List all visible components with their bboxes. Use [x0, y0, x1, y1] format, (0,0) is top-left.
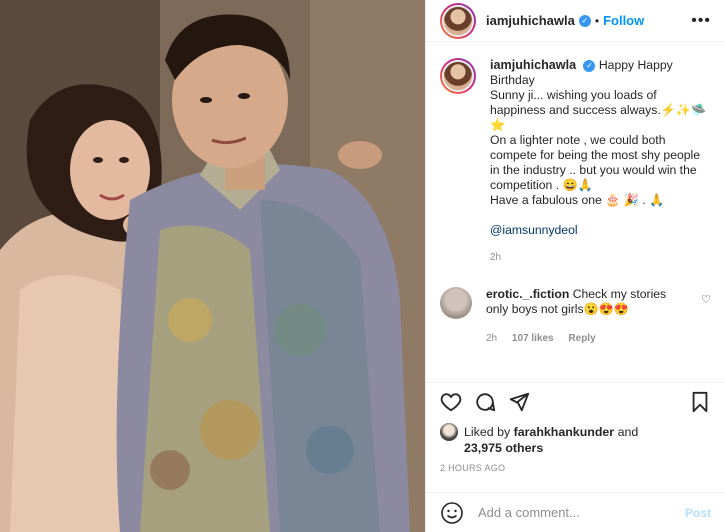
caption-mention[interactable]: @iamsunnydeol: [490, 223, 711, 238]
verified-badge-icon: ✓: [578, 14, 591, 27]
add-comment-bar: Add a comment... Post: [426, 492, 725, 532]
action-bar: [426, 382, 725, 420]
post-username[interactable]: iamjuhichawla: [486, 13, 575, 28]
liked-by-avatar[interactable]: [440, 423, 458, 441]
caption: iamjuhichawla ✓ Happy Happy Birthday Sun…: [440, 58, 711, 265]
follow-button[interactable]: Follow: [603, 13, 644, 28]
caption-avatar[interactable]: [443, 61, 473, 91]
post-photo[interactable]: [0, 0, 425, 532]
reply-button[interactable]: Reply: [568, 333, 595, 344]
post-details-panel: iamjuhichawla ✓ • Follow ••• iamjuhichaw…: [425, 0, 725, 532]
caption-line-9: Have a fabulous one 🎂 🎉 . 🙏: [490, 193, 665, 207]
liked-by-user[interactable]: farahkhankunder: [514, 425, 615, 439]
liked-by-count[interactable]: 23,975 others: [464, 441, 543, 455]
like-heart-icon[interactable]: [440, 391, 462, 413]
caption-verified-badge-icon: ✓: [583, 60, 596, 72]
post-photo-illustration: [0, 0, 425, 532]
comment-bubble-icon[interactable]: [474, 391, 496, 413]
mention-link[interactable]: @iamsunnydeol: [490, 223, 578, 237]
comment-body: erotic._.fiction Check my stories only b…: [486, 287, 696, 346]
post-timestamp[interactable]: 2 HOURS AGO: [440, 463, 505, 473]
caption-story-ring[interactable]: [440, 58, 476, 94]
caption-line-3: happiness and success always.⚡✨🛸: [490, 103, 707, 117]
liked-by-prefix: Liked by: [464, 425, 514, 439]
comment-meta: 2h 107 likes Reply: [486, 331, 696, 346]
comment-likes[interactable]: 107 likes: [512, 333, 554, 344]
comment-text-line-2: only boys not girls😮😍😍: [486, 302, 630, 316]
story-ring[interactable]: [440, 2, 476, 39]
caption-line-5: On a lighter note , we could both: [490, 133, 666, 147]
save-bookmark-icon[interactable]: [689, 391, 711, 413]
separator-dot: •: [594, 13, 600, 28]
comment-text-line-1: Check my stories: [572, 287, 667, 301]
avatar[interactable]: [443, 5, 473, 36]
caption-line-7: in the industry .. but you would win the: [490, 163, 697, 177]
liked-by: Liked by farahkhankunder and 23,975 othe…: [440, 423, 711, 456]
commenter-username[interactable]: erotic._.fiction: [486, 287, 569, 301]
post-comment-button[interactable]: Post: [685, 506, 711, 520]
comment-time[interactable]: 2h: [486, 333, 497, 344]
caption-time[interactable]: 2h: [490, 250, 711, 265]
comments-list[interactable]: iamjuhichawla ✓ Happy Happy Birthday Sun…: [440, 58, 711, 378]
caption-line-6: compete for being the most shy people: [490, 148, 701, 162]
share-send-icon[interactable]: [508, 391, 530, 413]
more-horizontal-icon[interactable]: •••: [691, 12, 711, 30]
comment-input[interactable]: Add a comment...: [478, 505, 685, 520]
comment-item: erotic._.fiction Check my stories only b…: [440, 287, 711, 346]
caption-text: iamjuhichawla ✓ Happy Happy Birthday Sun…: [490, 58, 711, 265]
commenter-avatar[interactable]: [440, 287, 472, 319]
caption-line-8: competition . 😄🙏: [490, 178, 593, 192]
comment-like-heart-icon[interactable]: ♡: [701, 293, 711, 306]
emoji-icon[interactable]: [440, 501, 464, 525]
post-header: iamjuhichawla ✓ • Follow •••: [426, 0, 725, 42]
caption-line-2: Sunny ji... wishing you loads of: [490, 88, 657, 102]
caption-username[interactable]: iamjuhichawla: [490, 58, 576, 72]
caption-line-4: ⭐: [490, 118, 506, 132]
liked-by-conj: and: [614, 425, 639, 439]
